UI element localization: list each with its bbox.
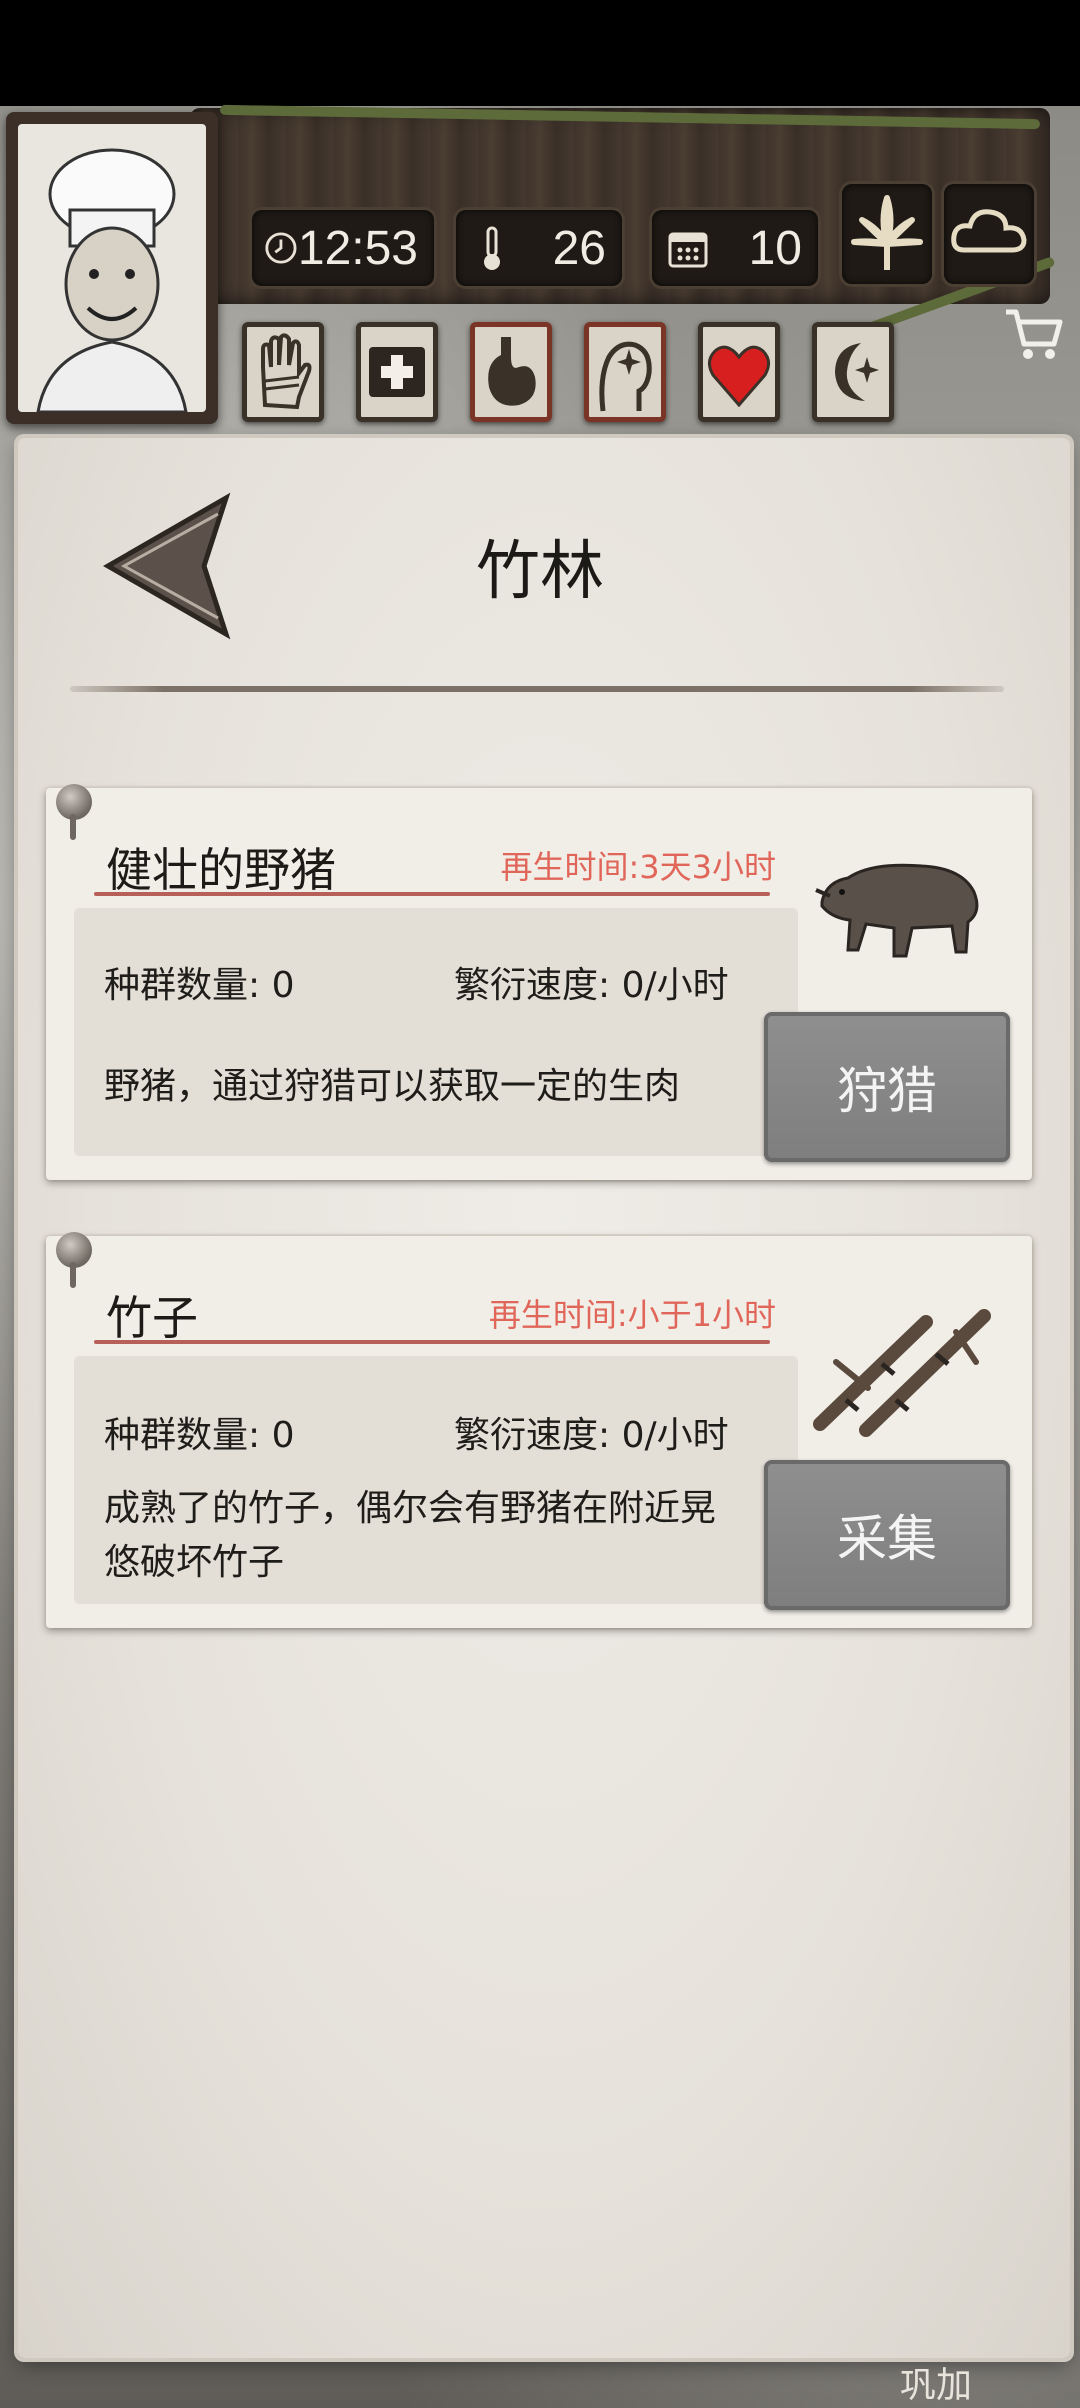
calendar-icon bbox=[668, 232, 708, 268]
temperature-value: 26 bbox=[552, 221, 606, 275]
system-status-bar bbox=[0, 0, 1080, 106]
name-underline bbox=[94, 892, 770, 896]
shopping-cart-icon[interactable] bbox=[1002, 302, 1066, 366]
clock-display: 12:53 bbox=[252, 210, 434, 286]
title-divider bbox=[70, 686, 1004, 692]
heart-icon bbox=[708, 345, 770, 408]
resource-card-boar: 健壮的野猪 再生时间:3天3小时 种群数量: 0 繁衍速度: 0/小时 野猪，通… bbox=[46, 784, 1032, 1180]
resource-name: 竹子 bbox=[106, 1291, 198, 1345]
population-count: 种群数量: 0 bbox=[104, 1415, 295, 1456]
name-underline bbox=[94, 1340, 770, 1344]
day-value: 10 bbox=[748, 221, 802, 275]
page-title: 竹林 bbox=[476, 535, 604, 609]
stat-hunger[interactable] bbox=[470, 322, 552, 422]
regen-time: 再生时间:小于1小时 bbox=[488, 1296, 776, 1334]
resource-description: 野猪，通过狩猎可以获取一定的生肉 bbox=[104, 1066, 681, 1107]
mind-sparkle-icon bbox=[599, 341, 652, 412]
bamboo-icon bbox=[813, 1309, 991, 1437]
footer-partial-label: 巩加 bbox=[900, 2365, 973, 2406]
stat-health[interactable] bbox=[356, 322, 438, 422]
pushpin-icon bbox=[56, 784, 92, 840]
regen-time: 再生时间:3天3小时 bbox=[500, 848, 776, 886]
breed-rate: 繁衍速度: 0/小时 bbox=[454, 1415, 729, 1456]
day-counter: 10 bbox=[652, 210, 818, 286]
medical-cross-icon bbox=[369, 347, 425, 397]
breed-rate: 繁衍速度: 0/小时 bbox=[454, 965, 729, 1006]
time-value: 12:53 bbox=[297, 221, 418, 275]
season-button[interactable] bbox=[842, 184, 932, 284]
stat-mental[interactable] bbox=[584, 322, 666, 422]
moon-star-icon bbox=[835, 343, 879, 401]
resource-description: 成熟了的竹子，偶尔会有野猪在附近晃悠破坏竹子 bbox=[104, 1488, 717, 1583]
temperature-display: 26 bbox=[456, 210, 622, 286]
resource-card-bamboo: 竹子 再生时间:小于1小时 种群数量: 0 繁衍速度: 0/小时 成熟了的竹子，… bbox=[46, 1232, 1032, 1628]
character-portrait[interactable] bbox=[6, 112, 218, 424]
chef-avatar bbox=[18, 124, 206, 412]
stat-love[interactable] bbox=[698, 322, 780, 422]
cannabis-leaf-icon bbox=[851, 195, 923, 270]
gather-button[interactable]: 采集 bbox=[764, 1460, 1010, 1610]
stomach-icon bbox=[488, 337, 536, 406]
weather-button[interactable] bbox=[944, 184, 1034, 284]
hunt-button[interactable]: 狩猎 bbox=[764, 1012, 1010, 1162]
thermometer-icon bbox=[484, 226, 500, 270]
stat-injury[interactable] bbox=[242, 322, 324, 422]
resource-info-box bbox=[74, 908, 798, 1156]
resource-name: 健壮的野猪 bbox=[106, 843, 336, 897]
population-count: 种群数量: 0 bbox=[104, 965, 295, 1006]
boar-icon bbox=[815, 863, 979, 958]
pushpin-icon bbox=[56, 1232, 92, 1288]
clock-icon bbox=[265, 232, 297, 264]
cloud-icon bbox=[951, 209, 1027, 253]
stat-sleep[interactable] bbox=[812, 322, 894, 422]
hand-bandage-icon bbox=[261, 333, 312, 410]
